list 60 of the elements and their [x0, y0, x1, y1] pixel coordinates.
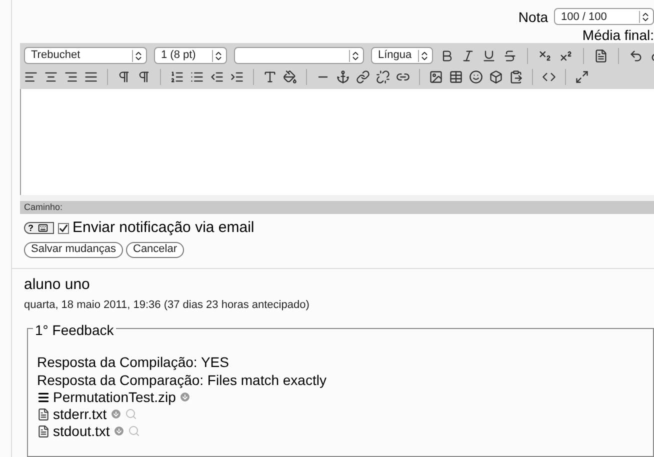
fullscreen-icon[interactable]: [575, 70, 589, 84]
dropdown-arrow-icon: [418, 50, 430, 62]
download-icon[interactable]: [178, 391, 191, 403]
archive-icon: [37, 390, 50, 404]
document-icon[interactable]: [594, 48, 608, 62]
smiley-icon[interactable]: [469, 70, 483, 84]
path-label: Caminho:: [24, 200, 63, 214]
feedback-line: Resposta da Comparação: Files match exactly: [37, 370, 326, 388]
align-left-icon[interactable]: [24, 70, 38, 84]
bold-icon[interactable]: [440, 48, 454, 62]
justify-icon[interactable]: [84, 70, 98, 84]
dropdown-arrow-icon: [212, 50, 224, 62]
outdent-icon[interactable]: [210, 70, 224, 84]
form-button[interactable]: Salvar mudanças: [24, 242, 123, 258]
text-color-icon[interactable]: [263, 70, 277, 84]
dropdown-arrow-icon: [639, 10, 651, 22]
font-select[interactable]: Trebuchet: [24, 47, 147, 64]
anchor-icon[interactable]: [336, 70, 350, 84]
grade-select[interactable]: 100 / 100: [554, 8, 654, 25]
check-icon: [58, 224, 68, 233]
submission-date: quarta, 18 maio 2011, 19:36 (37 dias 23 horas antecipado): [24, 298, 310, 313]
code-icon[interactable]: [542, 70, 556, 84]
language-select[interactable]: Língua: [371, 47, 433, 64]
keyboard-icon: [36, 223, 50, 234]
bullet-list-icon[interactable]: [190, 70, 204, 84]
strikethrough-icon[interactable]: [503, 48, 517, 62]
table-icon[interactable]: [449, 70, 463, 84]
align-center-icon[interactable]: [44, 70, 58, 84]
notify-label: Enviar notificação via email: [72, 218, 254, 238]
paste-icon[interactable]: [509, 70, 523, 84]
indent-icon[interactable]: [230, 70, 244, 84]
notify-checkbox[interactable]: [58, 222, 68, 234]
underline-icon[interactable]: [482, 48, 496, 62]
unlink-icon[interactable]: [376, 70, 390, 84]
superscript-icon[interactable]: [559, 48, 573, 62]
image-icon[interactable]: [429, 70, 443, 84]
dropdown-arrow-icon: [132, 50, 144, 62]
text-file-icon: [37, 424, 50, 438]
download-icon[interactable]: [112, 425, 125, 437]
download-icon[interactable]: [110, 408, 122, 420]
cube-icon[interactable]: [489, 70, 503, 84]
grade-label: Nota: [518, 8, 548, 24]
text-file-icon: [37, 408, 50, 420]
dropdown-arrow-icon: [349, 50, 361, 62]
help-button[interactable]: ?: [24, 222, 54, 234]
form-button[interactable]: Cancelar: [126, 242, 184, 258]
pilcrow-icon[interactable]: [137, 70, 151, 84]
link-icon[interactable]: [356, 70, 370, 84]
subscript-icon[interactable]: [538, 48, 552, 62]
final-grade-label: Média final:: [582, 27, 654, 43]
author-name: aluno uno: [24, 274, 91, 294]
align-right-icon[interactable]: [64, 70, 78, 84]
italic-icon[interactable]: [461, 48, 475, 62]
paint-bucket-icon[interactable]: [283, 70, 297, 84]
size-select[interactable]: 1 (8 pt): [154, 47, 227, 64]
ordered-list-icon[interactable]: [170, 70, 184, 84]
style-select[interactable]: [234, 47, 364, 64]
pilcrow-icon[interactable]: [117, 70, 131, 84]
undo-icon[interactable]: [629, 48, 643, 62]
feedback-line: Resposta da Compilação: YES: [37, 352, 229, 370]
